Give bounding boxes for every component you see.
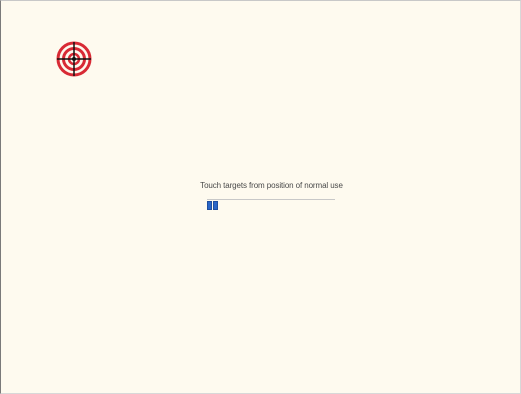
progress-block	[207, 201, 212, 210]
progress-track	[207, 199, 335, 200]
calibration-screen: Touch targets from position of normal us…	[0, 0, 521, 394]
progress-block	[213, 201, 218, 210]
crosshair-target-icon	[56, 41, 92, 77]
calibration-target[interactable]	[56, 41, 92, 77]
calibration-instruction: Touch targets from position of normal us…	[200, 181, 343, 190]
calibration-progress	[207, 201, 335, 210]
